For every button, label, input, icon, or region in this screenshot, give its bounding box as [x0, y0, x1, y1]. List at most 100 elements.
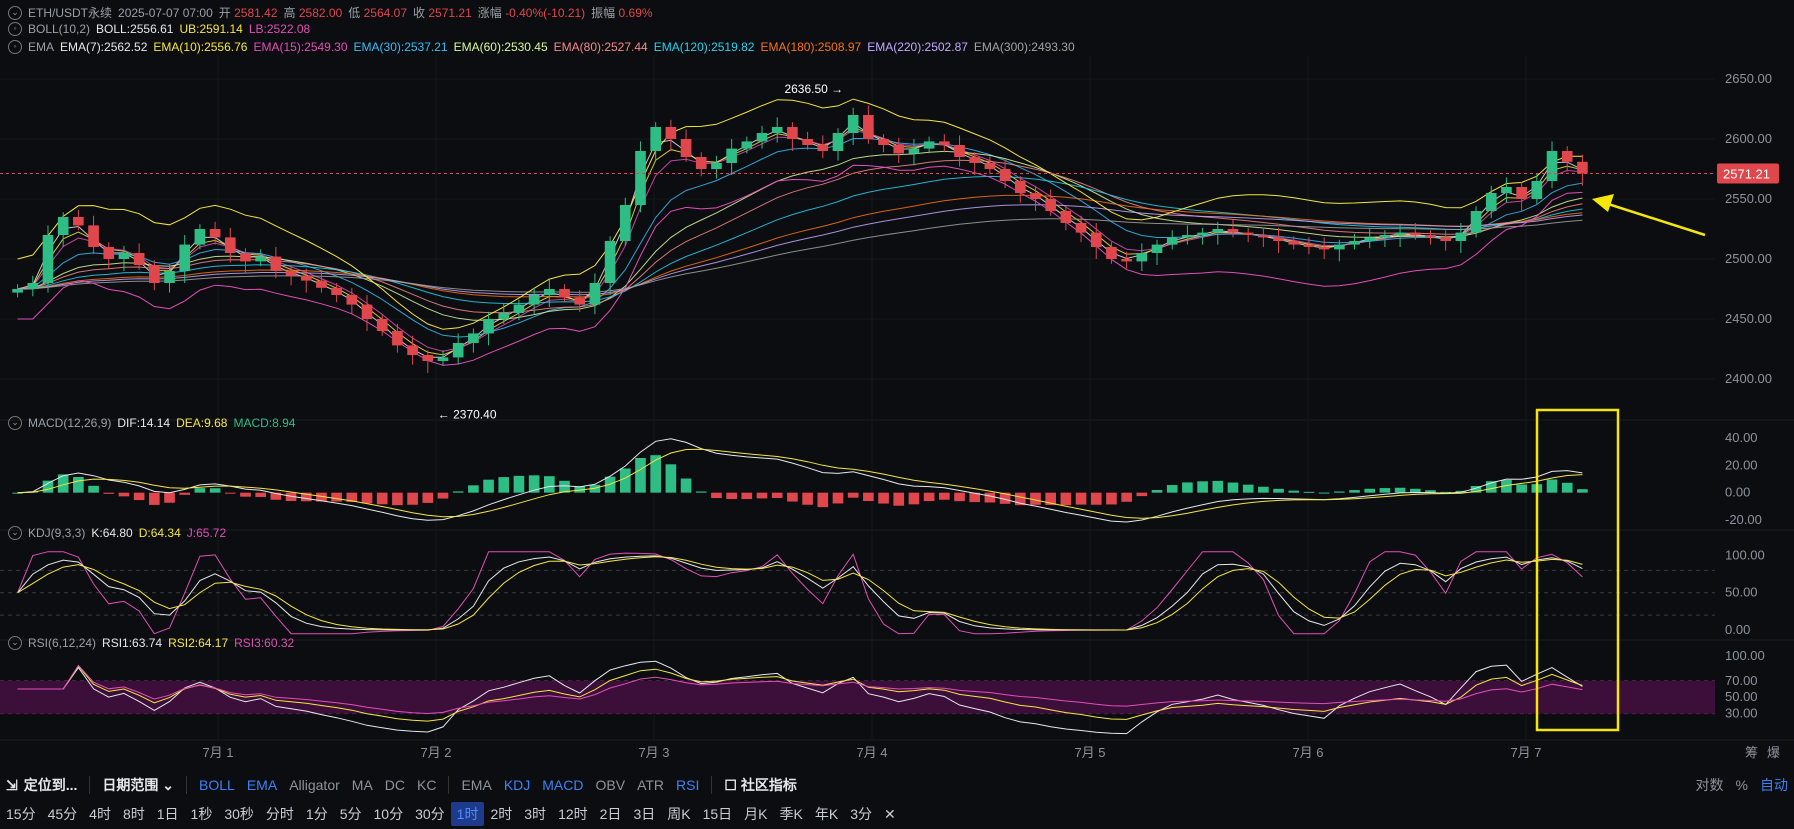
timeframe-option[interactable]: 8时	[117, 802, 151, 826]
timeframe-option[interactable]: 季K	[774, 802, 809, 826]
ema-line	[17, 218, 1583, 293]
timeframe-option[interactable]: 30秒	[218, 802, 260, 826]
candle-body	[832, 133, 844, 151]
ema-legend: ◦ EMA EMA(7):2562.52 EMA(10):2556.76 EMA(1…	[8, 40, 1075, 54]
macd-bar	[42, 480, 54, 493]
candle-body	[392, 331, 403, 346]
ema-line	[17, 129, 1583, 352]
collapse-icon[interactable]: ⌄	[8, 526, 22, 540]
candle-body	[133, 253, 145, 265]
x-tick-label: 7月 6	[1292, 745, 1323, 760]
candle-body	[240, 253, 251, 262]
rsi-1: RSI1:63.74	[102, 636, 163, 650]
timeframe-option[interactable]: 4时	[83, 802, 117, 826]
macd-bar	[878, 492, 889, 504]
timeframe-option[interactable]: 3分	[844, 802, 878, 826]
timeframe-option[interactable]: 2日	[594, 802, 628, 826]
macd-bar	[133, 492, 145, 501]
sub-indicator-obv[interactable]: OBV	[590, 777, 632, 793]
candle-body	[1121, 259, 1132, 262]
ema-item: EMA(300):2493.30	[973, 40, 1075, 54]
main-indicator-boll[interactable]: BOLL	[193, 777, 241, 793]
timeframe-option[interactable]: 月K	[738, 802, 773, 826]
timeframe-option[interactable]: 1秒	[185, 802, 219, 826]
candle-body	[1182, 235, 1193, 238]
candle-body	[1136, 253, 1148, 262]
ema-item: EMA(120):2519.82	[653, 40, 755, 54]
macd-bar	[437, 492, 449, 499]
macd-bar	[650, 455, 661, 493]
daterange-button[interactable]: 日期范围 ⌄	[96, 775, 180, 795]
main-indicator-ma[interactable]: MA	[346, 777, 379, 793]
price-tick-label: 2550.00	[1725, 191, 1772, 206]
timeframe-option[interactable]: 30分	[409, 802, 451, 826]
macd-bar	[863, 492, 874, 502]
divider	[89, 776, 91, 794]
high-marker-label: 2636.50 →	[784, 82, 843, 96]
kdj-d-line	[17, 556, 1583, 631]
macd-bar	[711, 492, 722, 499]
timeframe-option[interactable]: 15日	[697, 802, 739, 826]
timeframe-option[interactable]: 3时	[518, 802, 552, 826]
candle-body	[665, 127, 677, 139]
ema-item: EMA(60):2530.45	[453, 40, 548, 54]
timeframe-option[interactable]: 5分	[334, 802, 368, 826]
sub-indicator-kdj[interactable]: KDJ	[498, 777, 536, 793]
x-tick-label: 7月 3	[638, 745, 669, 760]
chip-label: 筹	[1745, 745, 1758, 760]
candle-body	[1485, 193, 1497, 211]
main-indicator-kc[interactable]: KC	[411, 777, 442, 793]
macd-bar	[255, 492, 266, 497]
main-indicator-alligator[interactable]: Alligator	[283, 777, 346, 793]
main-indicator-ema[interactable]: EMA	[241, 777, 283, 793]
main-indicator-dc[interactable]: DC	[379, 777, 411, 793]
eye-icon[interactable]: ◦	[8, 22, 22, 36]
macd-bar	[1090, 492, 1102, 505]
eye-icon[interactable]: ◦	[8, 40, 22, 54]
kdj-name: KDJ(9,3,3)	[28, 526, 86, 540]
timeframe-option[interactable]: 3日	[627, 802, 661, 826]
sub-indicator-atr[interactable]: ATR	[631, 777, 670, 793]
timeframe-option[interactable]: 15分	[0, 802, 42, 826]
collapse-icon[interactable]: ⌄	[8, 5, 22, 20]
timeframe-option[interactable]: 2时	[484, 802, 518, 826]
macd-bar	[149, 492, 160, 505]
sub-indicator-macd[interactable]: MACD	[536, 777, 589, 793]
candle-body	[1364, 237, 1376, 241]
log-toggle[interactable]: 对数	[1690, 775, 1730, 795]
ema-item: EMA(7):2562.52	[60, 40, 148, 54]
candle-body	[984, 163, 996, 169]
macd-bar	[164, 492, 175, 503]
sub-indicator-rsi[interactable]: RSI	[670, 777, 705, 793]
timeframe-option[interactable]: 1时	[450, 802, 485, 826]
macd-bar	[1166, 485, 1178, 493]
timeframe-option[interactable]: 分时	[260, 802, 300, 826]
timeframe-option[interactable]: 10分	[368, 802, 410, 826]
timeframe-option[interactable]: 年K	[809, 802, 844, 826]
candle-body	[27, 283, 39, 289]
timeframe-option[interactable]: 周K	[661, 802, 696, 826]
macd-bar	[726, 492, 737, 500]
candle-body	[300, 275, 312, 281]
macd-bar	[1182, 482, 1193, 493]
candle-body	[604, 241, 616, 283]
timeframe-option[interactable]: 45分	[42, 802, 84, 826]
collapse-icon[interactable]: ⌄	[8, 416, 22, 430]
candle-body	[544, 289, 555, 295]
auto-toggle[interactable]: 自动	[1754, 775, 1794, 795]
community-indicator-button[interactable]: ☐ 社区指标	[718, 775, 802, 795]
collapse-icon[interactable]: ⌄	[8, 636, 22, 650]
macd-bar	[88, 485, 99, 493]
amp-value: 0.69%	[618, 6, 653, 20]
candle-body	[847, 115, 859, 133]
timeframe-option[interactable]: 1分	[300, 802, 334, 826]
percent-toggle[interactable]: %	[1730, 777, 1754, 793]
candle-body	[741, 141, 753, 149]
timeframe-option[interactable]: 12时	[552, 802, 594, 826]
close-icon[interactable]: ✕	[878, 802, 902, 826]
sub-indicator-ema[interactable]: EMA	[455, 777, 497, 793]
macd-name: MACD(12,26,9)	[28, 416, 112, 430]
timeframe-option[interactable]: 1日	[151, 802, 185, 826]
candle-body	[224, 237, 236, 253]
locate-button[interactable]: ⇲ 定位到...	[0, 775, 83, 795]
